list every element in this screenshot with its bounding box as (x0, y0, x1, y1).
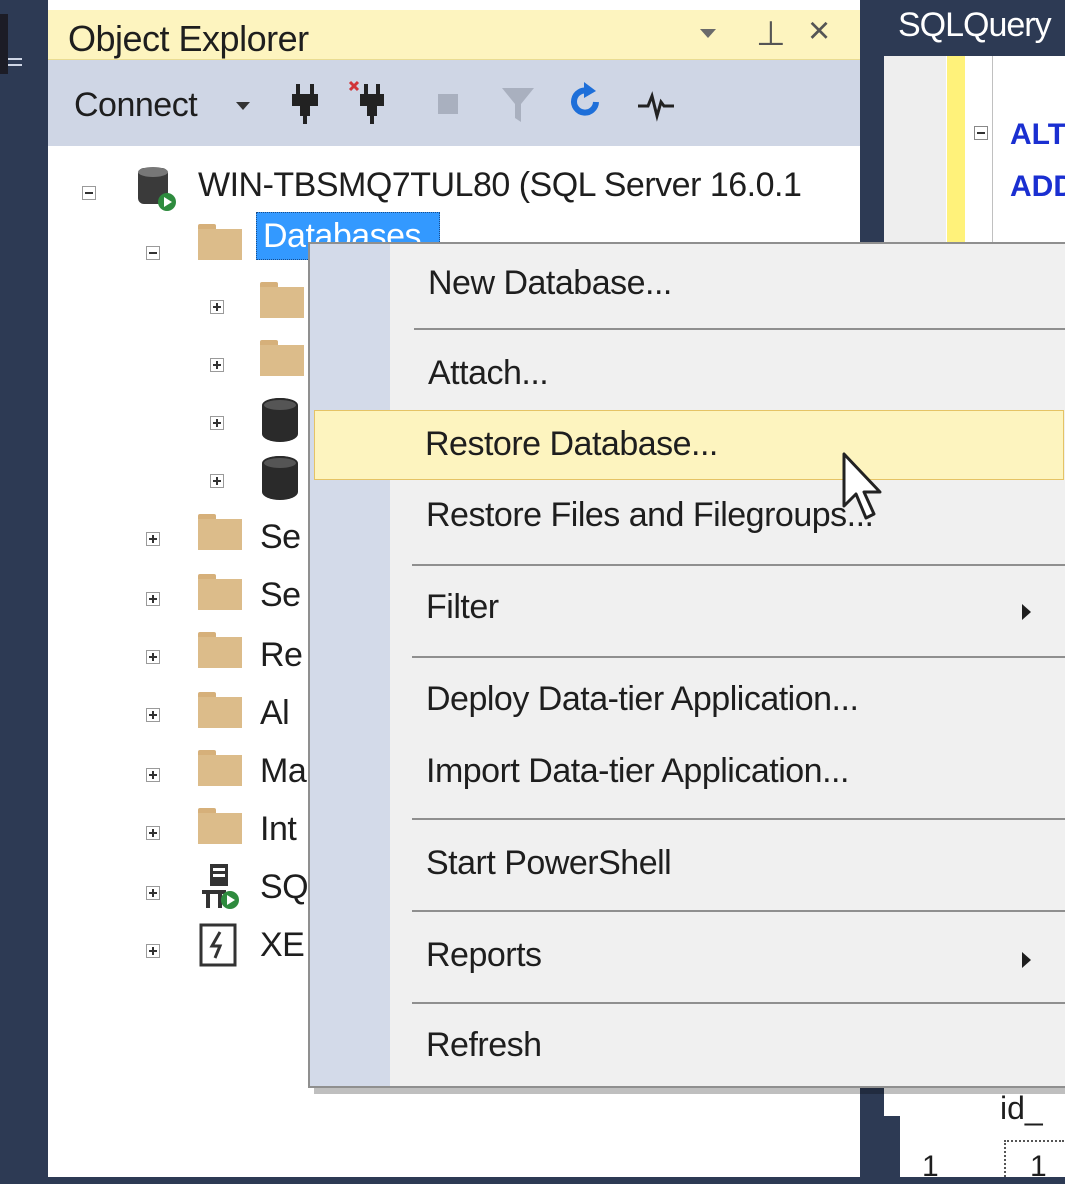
expand-icon[interactable] (146, 826, 160, 840)
folder-icon (198, 632, 242, 668)
results-row-number: 1 (922, 1150, 939, 1183)
results-column-header[interactable]: id_ (1000, 1090, 1043, 1127)
server-node-label[interactable]: WIN-TBSMQ7TUL80 (SQL Server 16.0.1 (198, 166, 802, 205)
xevent-profiler-icon (199, 923, 237, 967)
connect-dropdown-icon[interactable] (236, 102, 250, 110)
tree-node-label[interactable]: Ma (260, 752, 307, 791)
expand-icon[interactable] (210, 300, 224, 314)
editor-fold-line (992, 56, 993, 256)
menu-item-new-database[interactable]: New Database... (312, 258, 1065, 318)
connect-button[interactable]: Connect (74, 86, 198, 125)
database-icon (262, 398, 298, 442)
tree-node-label[interactable]: Al (260, 694, 290, 733)
editor-line-margin (884, 56, 946, 256)
tree-node-label[interactable]: Int (260, 810, 297, 849)
activity-monitor-icon[interactable] (636, 78, 676, 128)
object-explorer-toolbar: Connect (48, 60, 860, 146)
tree-node-label[interactable]: XE (260, 926, 305, 965)
tree-node-label[interactable]: Se (260, 576, 301, 615)
expand-icon[interactable] (146, 592, 160, 606)
menu-separator (414, 328, 1065, 330)
disconnect-plug-icon[interactable] (348, 78, 388, 128)
folder-icon (198, 224, 242, 260)
editor-change-marker (947, 56, 965, 256)
expand-icon[interactable] (146, 708, 160, 722)
panel-grip-icon[interactable] (8, 58, 22, 60)
expand-icon[interactable] (210, 474, 224, 488)
auto-hide-pin-icon[interactable]: ⊥ (756, 14, 786, 54)
object-explorer-title-bar: Object Explorer ⊥ × (48, 10, 860, 60)
menu-item-label: Restore Database... (425, 425, 718, 463)
object-explorer-title: Object Explorer (68, 18, 309, 59)
server-icon (138, 167, 176, 211)
results-cell-border (1004, 1140, 1008, 1177)
refresh-icon[interactable] (566, 78, 606, 128)
results-cell[interactable]: 1 (1030, 1150, 1047, 1184)
tree-node-label[interactable]: Re (260, 636, 303, 675)
results-cell-border (1004, 1140, 1064, 1144)
close-icon[interactable]: × (808, 10, 830, 53)
menu-item-restore-database[interactable]: Restore Database... (314, 410, 1064, 480)
query-tab-title[interactable]: SQLQuery (898, 6, 1052, 45)
expand-icon[interactable] (146, 768, 160, 782)
tree-node-label[interactable]: SQ (260, 868, 309, 907)
folder-icon (260, 340, 304, 376)
folder-icon (198, 750, 242, 786)
menu-item-attach[interactable]: Attach... (312, 348, 1065, 408)
folder-icon (198, 574, 242, 610)
code-collapse-icon[interactable] (974, 126, 988, 140)
code-line-1: ALT (1010, 118, 1065, 151)
databases-collapse-icon[interactable] (146, 246, 160, 260)
stop-icon (438, 94, 458, 114)
left-tool-strip (0, 0, 48, 1177)
expand-icon[interactable] (146, 532, 160, 546)
folder-icon (198, 514, 242, 550)
mouse-cursor-icon (842, 452, 882, 520)
window-position-dropdown-icon[interactable] (700, 29, 716, 38)
tree-node-label[interactable]: Se (260, 518, 301, 557)
menu-item-label: New Database... (428, 264, 672, 302)
server-collapse-icon[interactable] (82, 186, 96, 200)
sql-agent-icon (202, 864, 239, 909)
connect-plug-icon[interactable] (286, 78, 326, 128)
expand-icon[interactable] (146, 886, 160, 900)
folder-icon (260, 282, 304, 318)
left-strip-mark (0, 14, 8, 74)
menu-item-label: Attach... (428, 354, 549, 392)
database-icon (262, 456, 298, 500)
expand-icon[interactable] (146, 650, 160, 664)
folder-icon (198, 808, 242, 844)
context-menu: New Database... Attach... (308, 242, 1065, 1088)
code-line-2: ADD (1010, 170, 1065, 203)
folder-icon (198, 692, 242, 728)
expand-icon[interactable] (210, 416, 224, 430)
expand-icon[interactable] (146, 944, 160, 958)
expand-icon[interactable] (210, 358, 224, 372)
filter-icon (502, 88, 534, 122)
